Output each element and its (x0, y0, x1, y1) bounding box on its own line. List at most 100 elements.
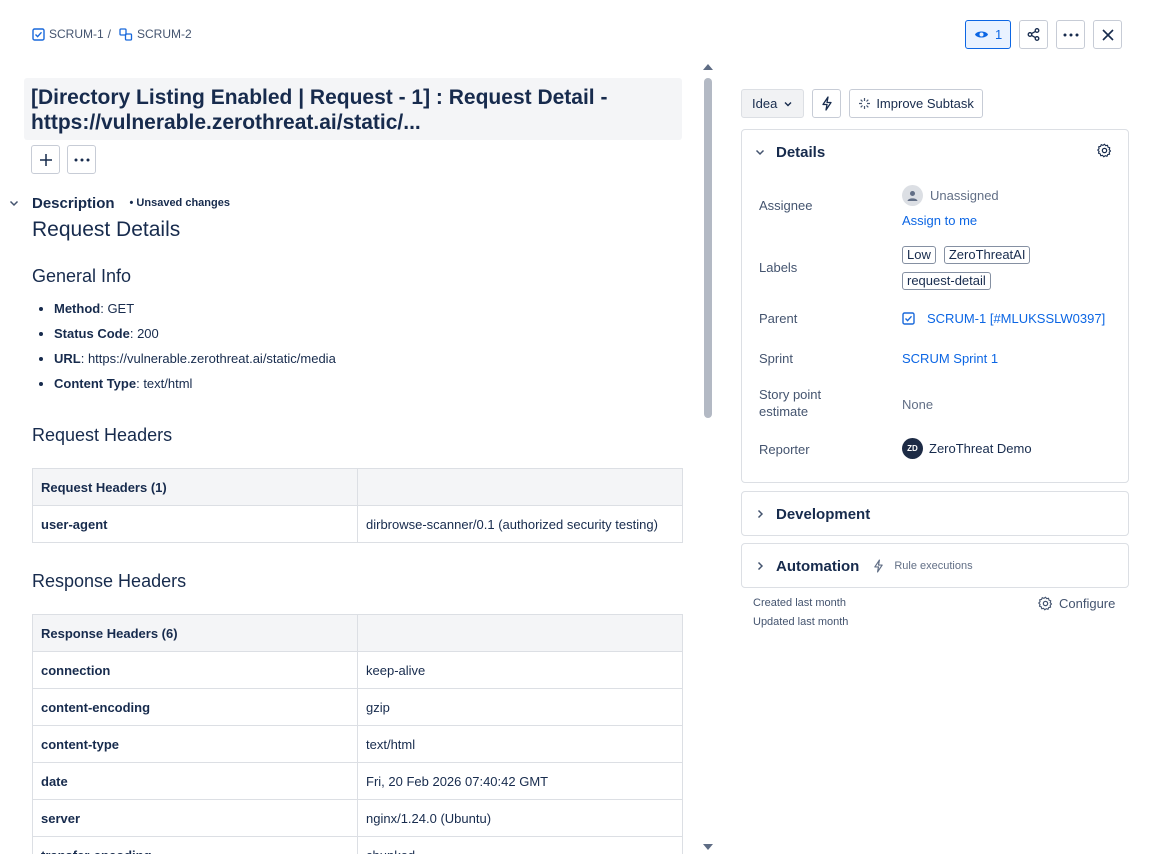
chevron-down-icon[interactable] (8, 197, 20, 209)
checkbox-task-icon (32, 27, 45, 41)
table-header-row: Request Headers (1) (32, 468, 683, 506)
main-scrollbar[interactable] (700, 64, 716, 854)
table-cell-value: text/html (357, 725, 683, 763)
scroll-thumb[interactable] (704, 78, 712, 418)
chevron-right-icon (754, 560, 766, 572)
parent-value[interactable]: SCRUM-1 [#MLUKSSLW0397] (902, 310, 1105, 327)
table-row: transfer-encoding chunked (32, 836, 683, 854)
configure-button[interactable]: Configure (1038, 596, 1115, 611)
story-points-label-line: estimate (759, 404, 809, 419)
close-button[interactable] (1093, 20, 1122, 49)
eye-icon (974, 29, 989, 40)
watch-button[interactable]: 1 (965, 20, 1011, 49)
response-headers-heading: Response Headers (32, 571, 187, 591)
description-label: Description (32, 194, 115, 212)
story-points-value[interactable]: None (902, 396, 933, 413)
quick-more-button[interactable] (67, 145, 96, 174)
sprint-label: Sprint (759, 351, 793, 366)
status-label: Idea (752, 96, 778, 111)
chevron-right-icon (754, 508, 766, 520)
details-title: Details (776, 143, 826, 161)
share-button[interactable] (1019, 20, 1048, 49)
table-header-cell (357, 614, 683, 652)
status-dropdown[interactable]: Idea (741, 89, 805, 118)
label-zerothreatai[interactable]: ZeroThreatAI (943, 246, 1031, 264)
avatar-unassigned-icon (902, 185, 923, 206)
table-cell-value: dirbrowse-scanner/0.1 (authorized securi… (357, 505, 683, 543)
table-cell-value: keep-alive (357, 651, 683, 689)
gear-icon (1097, 143, 1112, 158)
assignee-value[interactable]: Unassigned (902, 185, 999, 206)
more-actions-button[interactable] (1056, 20, 1085, 49)
table-header-cell: Response Headers (6) (32, 614, 358, 652)
assign-to-me-link[interactable]: Assign to me (902, 212, 977, 229)
story-points-label-line: Story point (759, 387, 822, 402)
development-panel[interactable]: Development (741, 491, 1129, 536)
table-cell-value: chunked (357, 836, 683, 854)
more-icon (74, 158, 90, 162)
sparkle-icon (858, 97, 871, 110)
table-row: content-encoding gzip (32, 688, 683, 726)
more-icon (1063, 33, 1079, 37)
labels-label: Labels (759, 260, 798, 275)
request-headers-heading: Request Headers (32, 425, 173, 445)
response-headers-table: Response Headers (6) connection keep-ali… (32, 614, 683, 854)
scroll-down-arrow-icon[interactable] (703, 844, 713, 850)
table-cell-value: Fri, 20 Feb 2026 07:40:42 GMT (357, 762, 683, 800)
story-points-label: Story point estimate (759, 386, 821, 420)
rule-executions-label: Rule executions (894, 560, 973, 572)
table-cell-key: date (32, 762, 358, 800)
close-icon (1101, 28, 1114, 41)
list-item: Status Code: 200 (54, 321, 684, 346)
parent-link[interactable]: SCRUM-1 [#MLUKSSLW0397] (927, 310, 1105, 327)
updated-text: Updated last month (753, 616, 849, 628)
table-cell-key: connection (32, 651, 358, 689)
table-row: date Fri, 20 Feb 2026 07:40:42 GMT (32, 762, 683, 800)
table-cell-value: gzip (357, 688, 683, 726)
general-info-list: Method: GET Status Code: 200 URL: https:… (32, 296, 684, 396)
development-title: Development (776, 505, 871, 523)
list-item: Content Type: text/html (54, 371, 684, 396)
chevron-down-icon (783, 99, 793, 109)
table-header-cell: Request Headers (1) (32, 468, 358, 506)
table-header-row: Response Headers (6) (32, 614, 683, 652)
reporter-value[interactable]: ZD ZeroThreat Demo (902, 438, 1032, 459)
add-button[interactable] (31, 145, 60, 174)
breadcrumb-separator: / (107, 27, 112, 41)
details-panel: Details Assignee Unassigned Assign to me… (741, 129, 1129, 483)
automation-panel[interactable]: Automation Rule executions (741, 543, 1129, 588)
label-request-detail[interactable]: request-detail (902, 272, 991, 290)
details-header[interactable]: Details (754, 142, 825, 162)
table-cell-key: server (32, 799, 358, 837)
reporter-label: Reporter (759, 442, 810, 457)
table-row: connection keep-alive (32, 651, 683, 689)
list-item: Method: GET (54, 296, 684, 321)
table-header-cell (357, 468, 683, 506)
configure-label: Configure (1059, 596, 1116, 611)
issue-title[interactable]: [Directory Listing Enabled | Request - 1… (24, 78, 682, 140)
scroll-up-arrow-icon[interactable] (703, 64, 713, 70)
automation-lightning-button[interactable] (812, 89, 842, 118)
table-cell-key: content-type (32, 725, 358, 763)
chevron-down-icon (754, 146, 766, 158)
list-item: URL: https://vulnerable.zerothreat.ai/st… (54, 346, 684, 371)
created-text: Created last month (753, 597, 846, 609)
share-icon (1027, 28, 1040, 41)
label-low[interactable]: Low (902, 246, 936, 264)
description-editor[interactable]: Request Details General Info Method: GET… (32, 216, 684, 854)
gear-icon (1038, 596, 1053, 611)
assignee-text: Unassigned (930, 188, 999, 203)
table-row: user-agent dirbrowse-scanner/0.1 (author… (32, 505, 683, 543)
breadcrumb-parent[interactable]: SCRUM-1 (32, 27, 104, 41)
details-settings-button[interactable] (1097, 143, 1112, 163)
doc-heading: Request Details (32, 218, 181, 241)
watch-count: 1 (995, 27, 1003, 42)
table-row: server nginx/1.24.0 (Ubuntu) (32, 799, 683, 837)
status-row: Idea Improve Subtask (741, 89, 983, 118)
sprint-link[interactable]: SCRUM Sprint 1 (902, 350, 998, 367)
avatar: ZD (902, 438, 923, 459)
subtask-icon (119, 27, 133, 41)
breadcrumb-current[interactable]: SCRUM-2 (119, 27, 192, 41)
labels-value[interactable]: Low ZeroThreatAI request-detail (902, 246, 1112, 290)
improve-subtask-button[interactable]: Improve Subtask (849, 89, 983, 118)
